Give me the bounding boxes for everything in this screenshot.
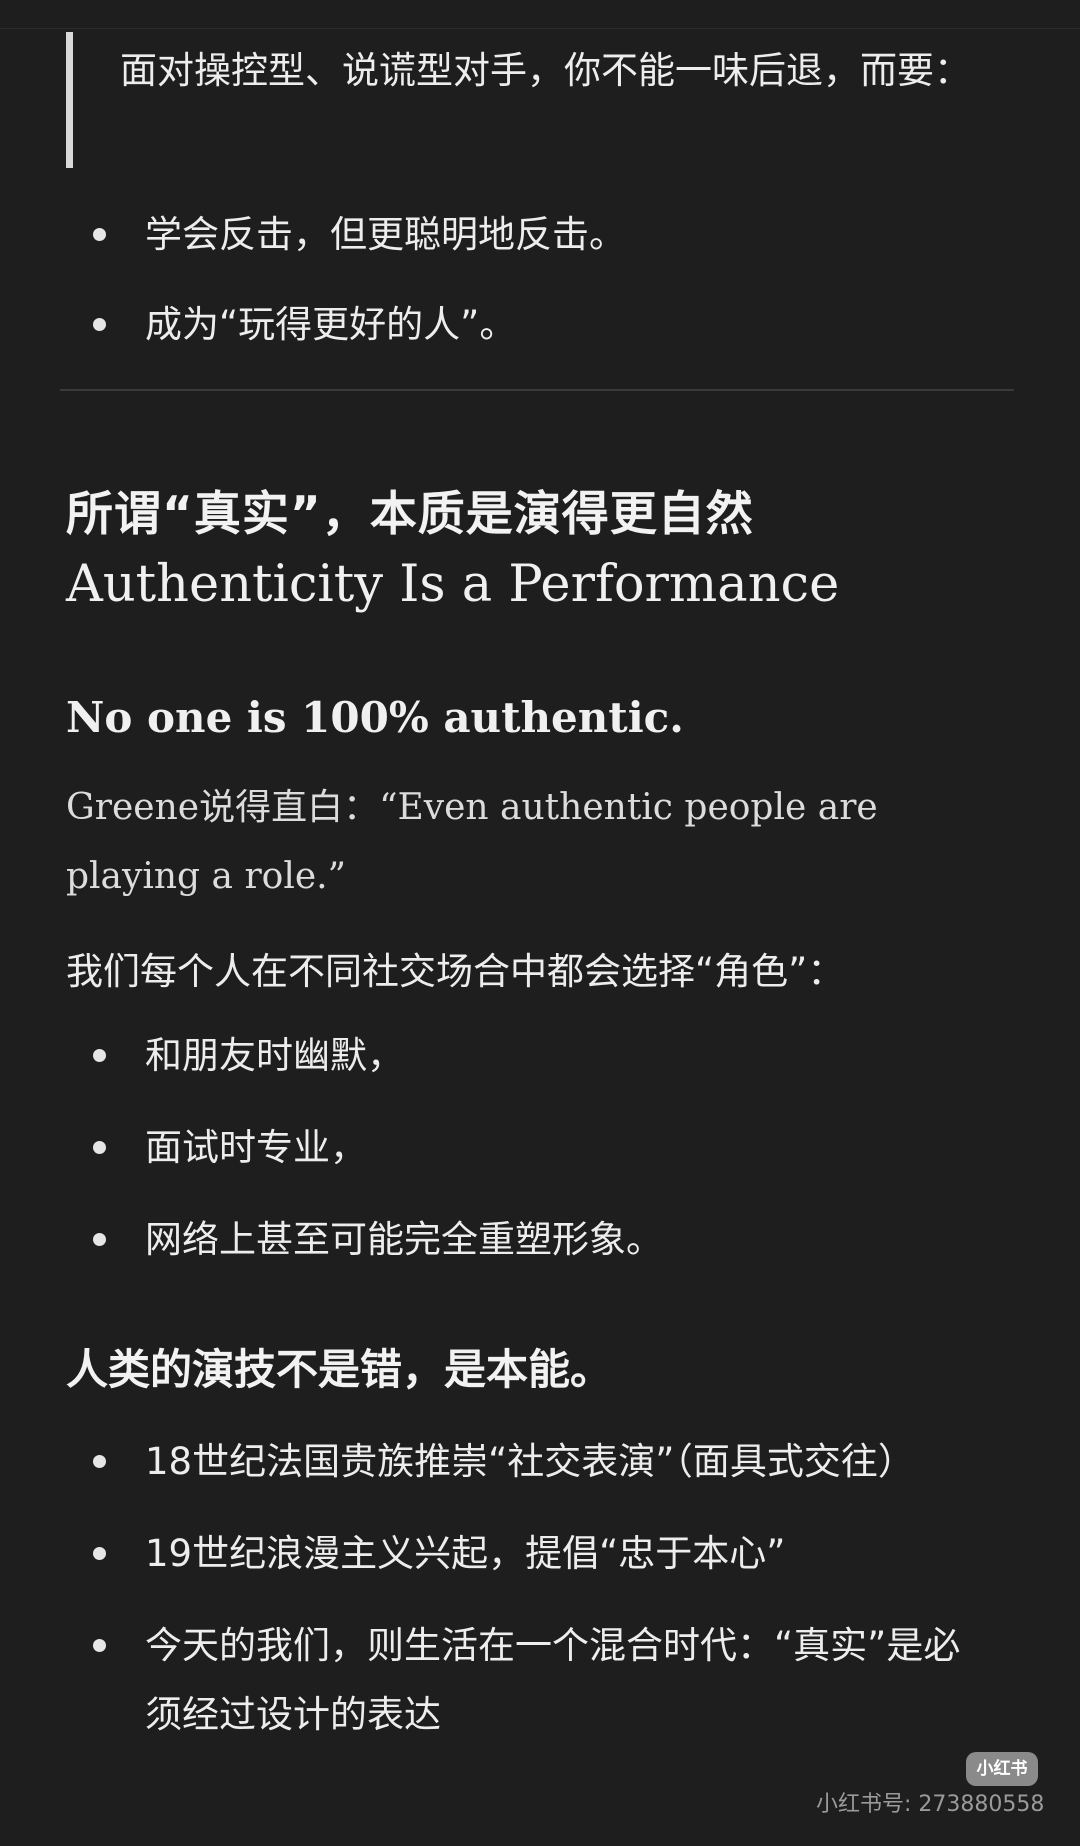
- xiaohongshu-logo: 小红书: [966, 1752, 1038, 1786]
- list-item: 18世纪法国贵族推崇“社交表演”（面具式交往）: [0, 1427, 975, 1496]
- list-item: 网络上甚至可能完全重塑形象。: [0, 1205, 975, 1274]
- list-item: 学会反击，但更聪明地反击。: [0, 200, 975, 269]
- bullet-dot-icon: [93, 1639, 106, 1652]
- watermark-id: 小红书号: 273880558: [816, 1792, 1045, 1817]
- list-item-text: 今天的我们，则生活在一个混合时代：“真实”是必须经过设计的表达: [145, 1624, 961, 1736]
- section-title-en: Authenticity Is a Performance: [66, 555, 840, 614]
- list-item: 成为“玩得更好的人”。: [0, 290, 975, 359]
- list-item-text: 和朋友时幽默，: [145, 1034, 404, 1077]
- blockquote-text: 面对操控型、说谎型对手，你不能一味后退，而要：: [120, 49, 971, 92]
- section-divider: [60, 389, 1014, 391]
- bullet-dot-icon: [93, 1141, 106, 1154]
- bullet-list-roles: 和朋友时幽默， 面试时专业， 网络上甚至可能完全重塑形象。: [0, 1021, 1080, 1274]
- list-item: 面试时专业，: [0, 1113, 975, 1182]
- list-item: 和朋友时幽默，: [0, 1021, 975, 1090]
- list-item: 今天的我们，则生活在一个混合时代：“真实”是必须经过设计的表达: [0, 1611, 975, 1749]
- bullet-dot-icon: [93, 1547, 106, 1560]
- bullet-list-history: 18世纪法国贵族推崇“社交表演”（面具式交往） 19世纪浪漫主义兴起，提倡“忠于…: [0, 1427, 1080, 1749]
- list-item-text: 网络上甚至可能完全重塑形象。: [145, 1218, 663, 1261]
- bullet-dot-icon: [93, 1233, 106, 1246]
- list-item: 19世纪浪漫主义兴起，提倡“忠于本心”: [0, 1519, 975, 1588]
- list-item-text: 成为“玩得更好的人”。: [145, 303, 517, 346]
- bullet-dot-icon: [93, 1049, 106, 1062]
- bullet-dot-icon: [93, 318, 106, 331]
- section-heading-instinct: 人类的演技不是错，是本能。: [66, 1345, 613, 1394]
- list-item-text: 19世纪浪漫主义兴起，提倡“忠于本心”: [145, 1532, 786, 1575]
- bullet-dot-icon: [93, 228, 106, 241]
- bullet-dot-icon: [93, 1455, 106, 1468]
- subheading: No one is 100% authentic.: [66, 693, 684, 742]
- top-divider-line: [0, 28, 1080, 29]
- list-item-text: 学会反击，但更聪明地反击。: [145, 213, 626, 256]
- section-title-cn: 所谓“真实”，本质是演得更自然: [66, 487, 754, 542]
- roles-intro-paragraph: 我们每个人在不同社交场合中都会选择“角色”：: [66, 950, 845, 993]
- greene-quote-paragraph: Greene说得直白：“Even authentic people are pl…: [66, 787, 878, 897]
- bullet-list-tactics: 学会反击，但更聪明地反击。 成为“玩得更好的人”。: [0, 200, 1080, 359]
- blockquote-bar: [66, 32, 73, 168]
- list-item-text: 面试时专业，: [145, 1126, 367, 1169]
- list-item-text: 18世纪法国贵族推崇“社交表演”（面具式交往）: [145, 1440, 915, 1483]
